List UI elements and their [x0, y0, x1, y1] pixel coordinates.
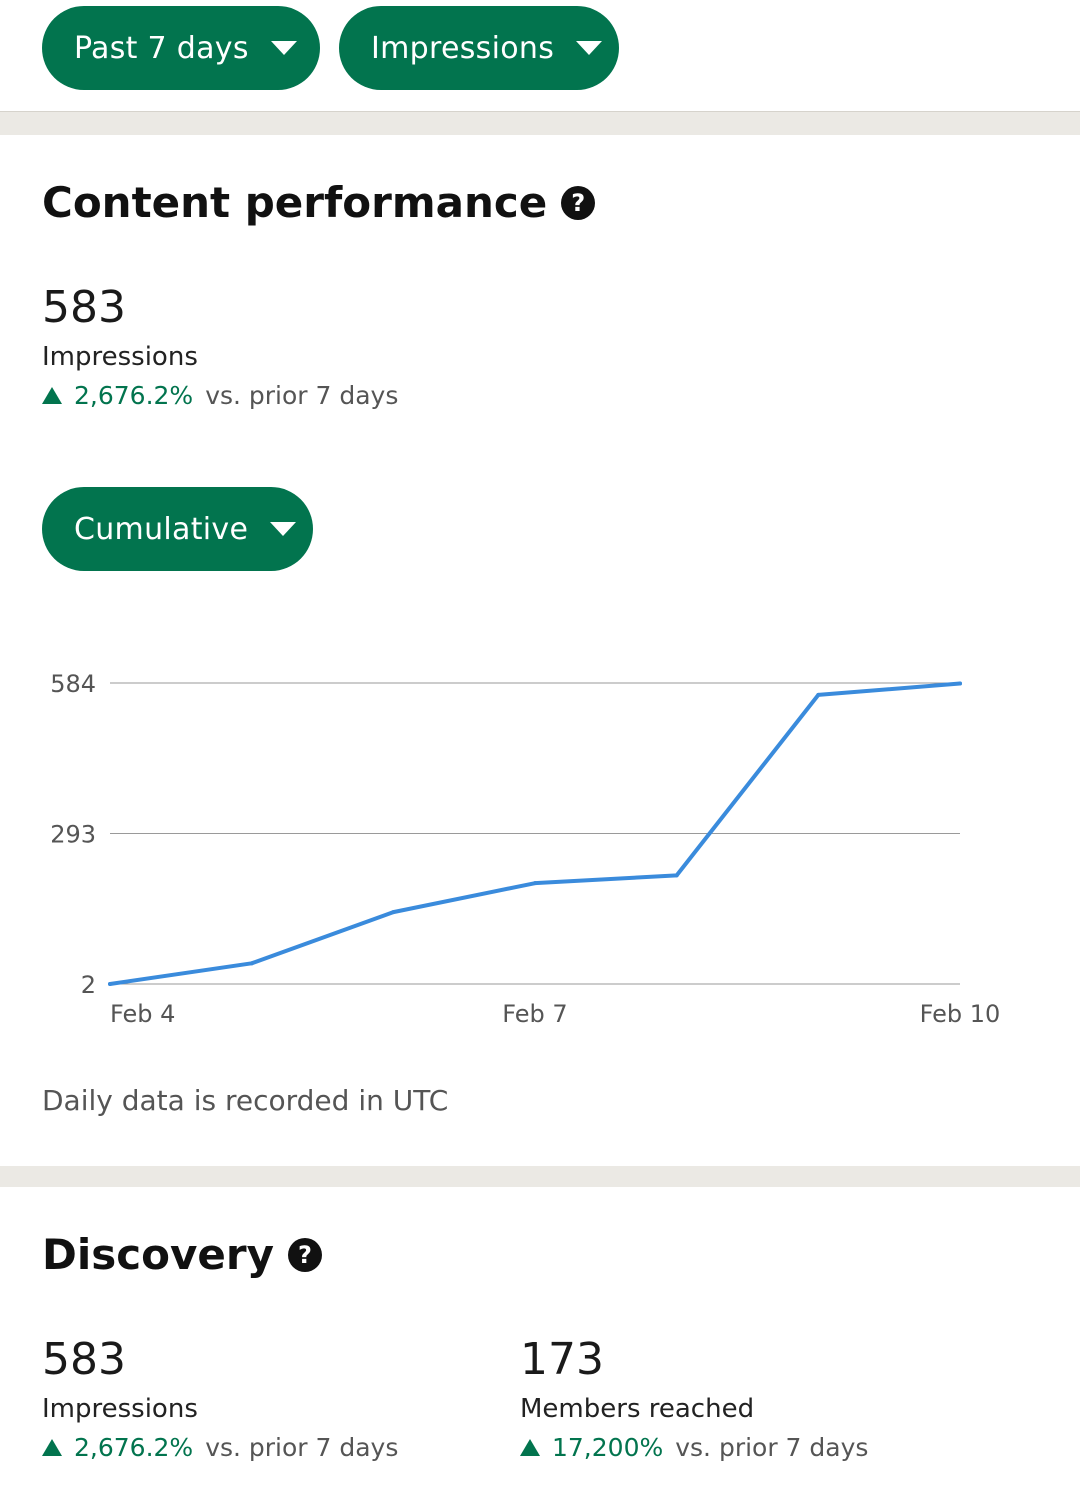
change-percent: 17,200% [552, 1433, 664, 1462]
change-text: vs. prior 7 days [675, 1433, 869, 1462]
section-title-text: Discovery [42, 1230, 274, 1279]
section-divider [0, 1166, 1080, 1187]
members-reached-change: 17,200% vs. prior 7 days [520, 1433, 868, 1462]
data-point [249, 961, 254, 966]
discovery-title: Discovery ? [42, 1230, 322, 1279]
discovery-impressions-change: 2,676.2% vs. prior 7 days [42, 1433, 398, 1462]
caret-down-icon [576, 41, 603, 55]
up-triangle-icon [42, 387, 62, 404]
date-range-label: Past 7 days [74, 30, 249, 66]
caret-down-icon [270, 41, 297, 55]
metric-label: Impressions [371, 30, 555, 66]
data-point [391, 910, 396, 915]
impressions-value: 583 [42, 282, 126, 333]
change-percent: 2,676.2% [74, 1433, 194, 1462]
utc-footnote: Daily data is recorded in UTC [42, 1084, 449, 1117]
filter-bar: Past 7 days Impressions [0, 0, 1080, 112]
data-point [674, 873, 679, 878]
cumulative-dropdown[interactable]: Cumulative [42, 487, 313, 571]
section-divider [0, 112, 1080, 135]
help-icon[interactable]: ? [561, 185, 596, 220]
up-triangle-icon [42, 1439, 62, 1456]
y-tick-label: 2 [81, 971, 96, 999]
impressions-line-chart: 584 293 2 Feb 4 Feb 7 Feb 10 [50, 670, 1001, 1028]
caret-down-icon [270, 522, 297, 536]
metric-dropdown[interactable]: Impressions [339, 6, 619, 90]
impressions-label: Impressions [42, 342, 198, 372]
date-range-dropdown[interactable]: Past 7 days [42, 6, 320, 90]
y-tick-label: 293 [50, 821, 96, 849]
y-tick-label: 584 [50, 670, 96, 698]
change-percent: 2,676.2% [74, 381, 194, 410]
data-point [108, 982, 112, 986]
data-point [816, 692, 821, 697]
cumulative-label: Cumulative [74, 511, 249, 547]
data-point [533, 881, 537, 886]
members-reached-value: 173 [520, 1334, 604, 1385]
up-triangle-icon [520, 1439, 540, 1456]
discovery-impressions-value: 583 [42, 1334, 126, 1385]
x-tick-label: Feb 10 [920, 1000, 1001, 1028]
change-text: vs. prior 7 days [205, 1433, 399, 1462]
help-icon[interactable]: ? [287, 1237, 322, 1272]
data-point [958, 681, 962, 686]
x-tick-label: Feb 4 [110, 1000, 175, 1028]
section-title-text: Content performance [42, 178, 548, 227]
x-tick-label: Feb 7 [502, 1000, 567, 1028]
impressions-change: 2,676.2% vs. prior 7 days [42, 381, 398, 410]
change-text: vs. prior 7 days [205, 381, 399, 410]
members-reached-label: Members reached [520, 1394, 755, 1424]
content-performance-title: Content performance ? [42, 178, 596, 227]
discovery-impressions-label: Impressions [42, 1394, 198, 1424]
